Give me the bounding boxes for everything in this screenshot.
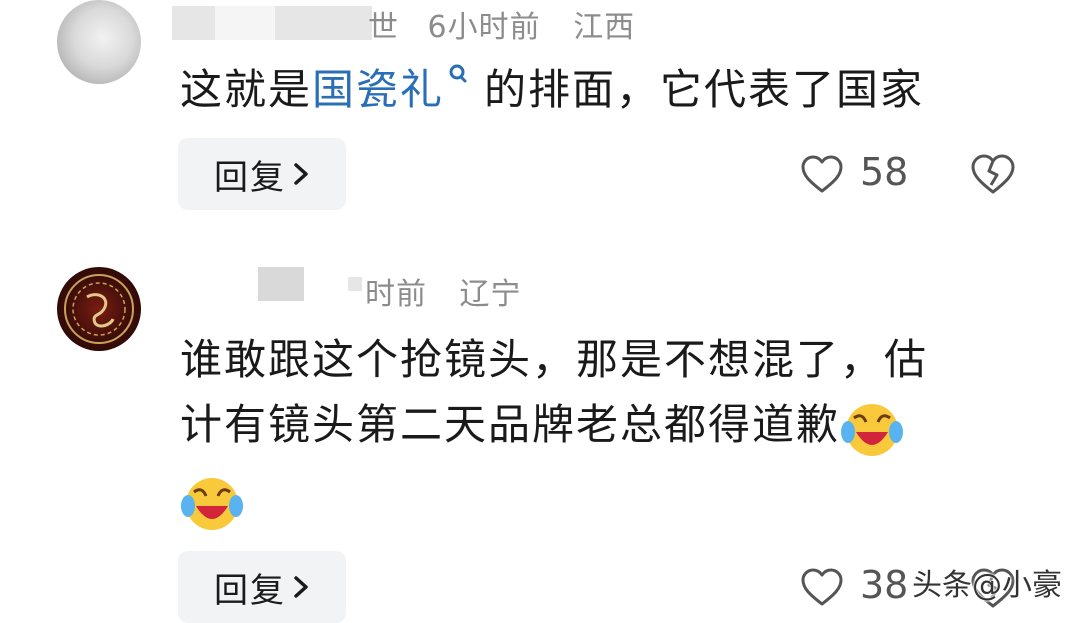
username-blurred-part bbox=[215, 6, 275, 40]
chevron-right-icon bbox=[294, 576, 308, 598]
reply-label: 回复 bbox=[214, 157, 286, 198]
heart-icon[interactable] bbox=[800, 154, 844, 194]
comment-text-part: 这就是 bbox=[180, 65, 313, 114]
comment-text: 这就是国瓷礼 的排面，它代表了国家 bbox=[180, 60, 924, 120]
comment-text-part: 计有镜头第二天品牌老总都得道歉 bbox=[180, 400, 841, 449]
comment-meta: 时前 辽宁 bbox=[365, 269, 522, 313]
username-blurred bbox=[258, 267, 304, 301]
comment-item: 时前 辽宁 谁敢跟这个抢镜头，那是不想混了，估 计有镜头第二天品牌老总都得道歉 … bbox=[0, 255, 1080, 623]
like-count: 38 bbox=[860, 563, 909, 607]
laughing-crying-emoji-icon bbox=[181, 478, 243, 530]
avatar[interactable] bbox=[57, 0, 141, 84]
comment-region: 江西 bbox=[573, 10, 636, 45]
chevron-right-icon bbox=[294, 163, 308, 185]
like-count: 58 bbox=[860, 150, 909, 194]
username-blurred-part bbox=[348, 277, 362, 291]
reply-button[interactable]: 回复 bbox=[178, 138, 346, 210]
heart-icon[interactable] bbox=[800, 567, 844, 607]
reply-button[interactable]: 回复 bbox=[178, 551, 346, 623]
broken-heart-icon[interactable] bbox=[970, 153, 1016, 195]
avatar[interactable] bbox=[57, 267, 141, 351]
comment-meta: 世 6小时前 江西 bbox=[368, 2, 635, 46]
avatar-seal-icon bbox=[64, 274, 134, 344]
comment-text-line: 谁敢跟这个抢镜头，那是不想混了，估 bbox=[180, 335, 929, 384]
laughing-crying-emoji-icon bbox=[841, 403, 904, 456]
comment-time: 时前 bbox=[365, 277, 427, 312]
comment-time: 6小时前 bbox=[427, 10, 541, 45]
comment-region: 辽宁 bbox=[459, 277, 522, 312]
emoji-line bbox=[180, 470, 244, 534]
reply-label: 回复 bbox=[214, 570, 286, 611]
comment-text-part: 的排面，它代表了国家 bbox=[484, 65, 925, 114]
search-icon[interactable] bbox=[446, 60, 472, 90]
comment-text-line: 计有镜头第二天品牌老总都得道歉 bbox=[180, 395, 904, 460]
watermark: 头条@小豪 bbox=[912, 568, 1062, 603]
username-tail: 世 bbox=[368, 10, 399, 45]
comment-item: 世 6小时前 江西 这就是国瓷礼 的排面，它代表了国家 回复 58 bbox=[0, 0, 1080, 240]
search-link[interactable]: 国瓷礼 bbox=[312, 65, 444, 114]
